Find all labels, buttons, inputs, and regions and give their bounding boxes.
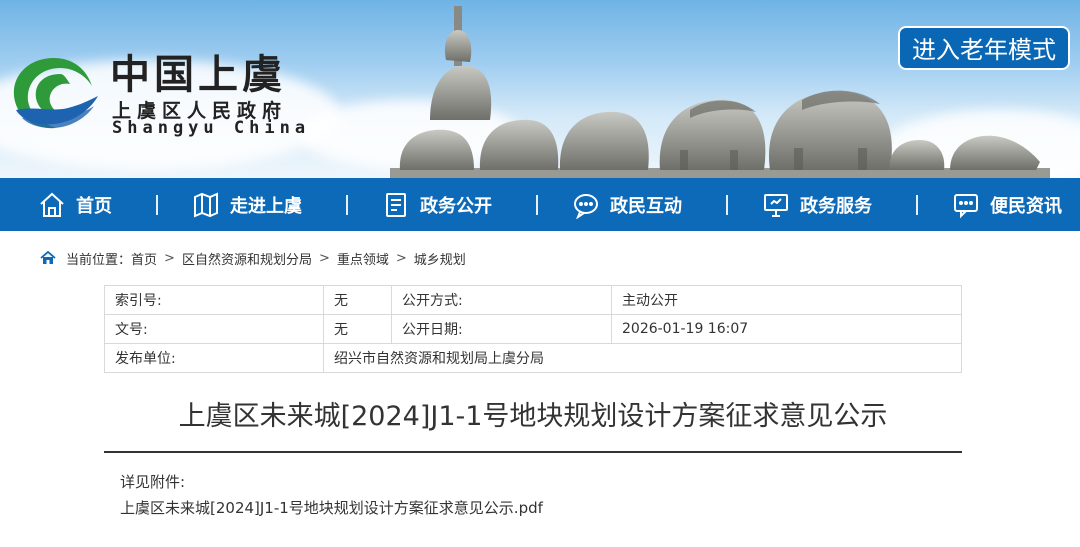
attachment-label: 详见附件: bbox=[120, 473, 186, 491]
nav-divider bbox=[536, 194, 538, 215]
breadcrumb-link-bureau[interactable]: 区自然资源和规划分局 bbox=[182, 249, 312, 268]
nav-item-gov-services[interactable]: 政务服务 bbox=[762, 191, 872, 219]
open-date-label: 公开日期: bbox=[391, 314, 612, 344]
breadcrumb-link-urban-planning[interactable]: 城乡规划 bbox=[414, 249, 466, 268]
nav-item-label: 政务公开 bbox=[420, 195, 492, 217]
nav-item-about-shangyu[interactable]: 走进上虞 bbox=[192, 191, 302, 219]
map-icon bbox=[194, 191, 218, 218]
nav-item-interaction[interactable]: 政民互动 bbox=[572, 191, 682, 219]
open-method-value: 主动公开 bbox=[611, 285, 962, 315]
breadcrumb-separator: > bbox=[395, 250, 407, 266]
table-row: 发布单位: 绍兴市自然资源和规划局上虞分局 bbox=[104, 343, 962, 373]
nav-item-label: 便民资讯 bbox=[990, 195, 1062, 217]
open-date-value: 2026-01-19 16:07 bbox=[611, 314, 962, 344]
nav-divider bbox=[726, 194, 728, 215]
breadcrumb-separator: > bbox=[318, 250, 330, 266]
doc-number-label: 文号: bbox=[104, 314, 324, 344]
logo-english-name: Shangyu China bbox=[112, 118, 311, 138]
publisher-label: 发布单位: bbox=[104, 343, 324, 373]
chat-icon bbox=[574, 193, 598, 219]
nav-divider bbox=[916, 194, 918, 215]
home-icon bbox=[40, 251, 56, 264]
doc-number-value: 无 bbox=[323, 314, 392, 344]
nav-item-label: 走进上虞 bbox=[230, 195, 302, 217]
publisher-value: 绍兴市自然资源和规划局上虞分局 bbox=[323, 343, 962, 373]
article-title: 上虞区未来城[2024]J1-1号地块规划设计方案征求意见公示 bbox=[178, 401, 888, 432]
monitor-icon bbox=[764, 193, 788, 217]
shangyu-emblem-icon bbox=[13, 58, 98, 129]
breadcrumb-link-key-areas[interactable]: 重点领域 bbox=[337, 249, 389, 268]
title-divider bbox=[104, 451, 962, 453]
home-icon bbox=[40, 192, 64, 217]
nav-item-gov-info[interactable]: 政务公开 bbox=[382, 191, 492, 219]
header-banner: 中国上虞 上虞区人民政府 Shangyu China 进入老年模式 bbox=[0, 0, 1080, 178]
document-info-table: 索引号: 无 公开方式: 主动公开 文号: 无 公开日期: 2026-01-19… bbox=[104, 285, 962, 373]
table-row: 索引号: 无 公开方式: 主动公开 bbox=[104, 285, 962, 315]
message-icon bbox=[954, 193, 978, 218]
nav-item-public-info[interactable]: 便民资讯 bbox=[952, 191, 1062, 219]
logo-chinese-title: 中国上虞 bbox=[110, 51, 286, 98]
document-icon bbox=[386, 192, 406, 217]
table-row: 文号: 无 公开日期: 2026-01-19 16:07 bbox=[104, 314, 962, 344]
breadcrumb-separator: > bbox=[164, 250, 175, 266]
main-nav: 首页 走进上虞 政务公开 政民互动 政务服务 便民资讯 bbox=[0, 178, 1080, 231]
nav-item-home[interactable]: 首页 bbox=[38, 191, 112, 219]
elder-mode-button[interactable]: 进入老年模式 bbox=[898, 26, 1070, 70]
nav-item-label: 政务服务 bbox=[800, 195, 872, 217]
nav-item-label: 首页 bbox=[76, 195, 112, 217]
index-value: 无 bbox=[323, 285, 392, 315]
attachment-pdf-link[interactable]: 上虞区未来城[2024]J1-1号地块规划设计方案征求意见公示.pdf bbox=[120, 497, 543, 518]
open-method-label: 公开方式: bbox=[391, 285, 612, 315]
index-label: 索引号: bbox=[104, 285, 324, 315]
breadcrumb-link-home[interactable]: 首页 bbox=[131, 249, 157, 268]
breadcrumb: 当前位置： 首页 > 区自然资源和规划分局 > 重点领域 > 城乡规划 bbox=[0, 231, 1080, 285]
breadcrumb-prefix: 当前位置： bbox=[66, 252, 132, 268]
nav-divider bbox=[346, 194, 348, 215]
nav-item-label: 政民互动 bbox=[610, 195, 682, 217]
nav-divider bbox=[156, 194, 158, 215]
